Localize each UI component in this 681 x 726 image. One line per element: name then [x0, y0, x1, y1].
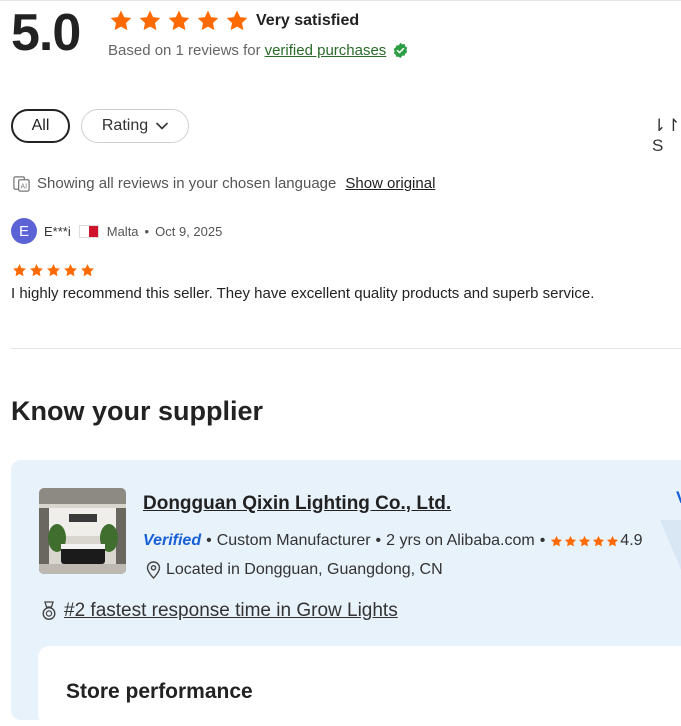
- review-count-line: Based on 1 reviews for verified purchase…: [108, 42, 409, 59]
- star-icon: [139, 10, 161, 31]
- review-stars: [12, 263, 97, 278]
- translate-icon: AI: [13, 176, 30, 192]
- supplier-photo[interactable]: [39, 488, 126, 574]
- rating-dropdown-label: Rating: [101, 117, 149, 134]
- reviewer-info: E E***i Malta • Oct 9, 2025: [11, 218, 222, 244]
- malta-flag-icon: [78, 224, 99, 238]
- location-pin-icon: [146, 561, 161, 579]
- summary-stars: Very satisfied: [109, 9, 359, 33]
- corner-decoration: [660, 520, 681, 570]
- sort-button[interactable]: ⇂↾ S: [652, 116, 681, 156]
- avatar: E: [11, 218, 37, 244]
- separator-dot: •: [539, 532, 546, 549]
- verified-purchases-link[interactable]: verified purchases: [265, 42, 387, 59]
- company-name-link[interactable]: Dongguan Qixin Lighting Co., Ltd.: [143, 493, 451, 515]
- section-divider: [11, 348, 681, 349]
- response-ranking: #2 fastest response time in Grow Lights: [41, 600, 398, 622]
- svg-text:AI: AI: [21, 183, 28, 191]
- star-icon: [81, 263, 94, 277]
- star-icon: [168, 10, 190, 31]
- separator-dot: •: [375, 532, 382, 549]
- supplier-meta: Verified • Custom Manufacturer • 2 yrs o…: [143, 532, 643, 550]
- review-text: I highly recommend this seller. They hav…: [11, 285, 595, 302]
- filter-rating-dropdown[interactable]: Rating: [81, 109, 189, 143]
- filter-all-button[interactable]: All: [11, 109, 70, 143]
- star-icon: [579, 535, 591, 546]
- star-icon: [551, 535, 563, 546]
- star-icon: [47, 263, 60, 277]
- reviewer-name: E***i: [44, 223, 71, 239]
- sentiment-label: Very satisfied: [256, 12, 360, 29]
- star-icon: [565, 535, 577, 546]
- top-divider: [0, 0, 681, 1]
- star-icon: [226, 10, 248, 31]
- language-notice-text: Showing all reviews in your chosen langu…: [37, 175, 337, 192]
- verified-label[interactable]: Verified: [143, 532, 201, 550]
- supplier-location: Located in Dongguan, Guangdong, CN: [146, 561, 443, 579]
- show-original-link[interactable]: Show original: [345, 175, 435, 192]
- chevron-down-icon: [156, 122, 168, 130]
- medal-icon: [42, 601, 56, 621]
- star-icon: [13, 263, 26, 277]
- language-notice: AI Showing all reviews in your chosen la…: [12, 174, 435, 193]
- star-icon: [197, 10, 219, 31]
- supplier-heading: Know your supplier: [11, 396, 264, 426]
- separator-dot: •: [206, 532, 212, 549]
- supplier-years: 2 yrs on Alibaba.com: [386, 532, 535, 549]
- verified-corner-label: V: [676, 488, 681, 508]
- store-performance-title: Store performance: [66, 680, 253, 703]
- verified-badge-icon: [394, 42, 408, 59]
- reviewer-country: Malta: [106, 223, 139, 239]
- supplier-rating: 4.9: [620, 532, 643, 549]
- review-date: Oct 9, 2025: [155, 223, 223, 239]
- star-icon: [607, 535, 619, 546]
- star-icon: [30, 263, 43, 277]
- based-on-text: Based on 1 reviews for: [108, 42, 261, 59]
- supplier-type: Custom Manufacturer: [216, 532, 371, 549]
- average-score: 5.0: [11, 4, 81, 62]
- location-text: Located in Dongguan, Guangdong, CN: [166, 561, 443, 578]
- star-icon: [593, 535, 605, 546]
- star-icon: [110, 10, 132, 31]
- office-photo-icon: [39, 488, 126, 574]
- response-ranking-link[interactable]: #2 fastest response time in Grow Lights: [64, 600, 398, 622]
- separator-dot: •: [144, 223, 150, 239]
- star-icon: [64, 263, 77, 277]
